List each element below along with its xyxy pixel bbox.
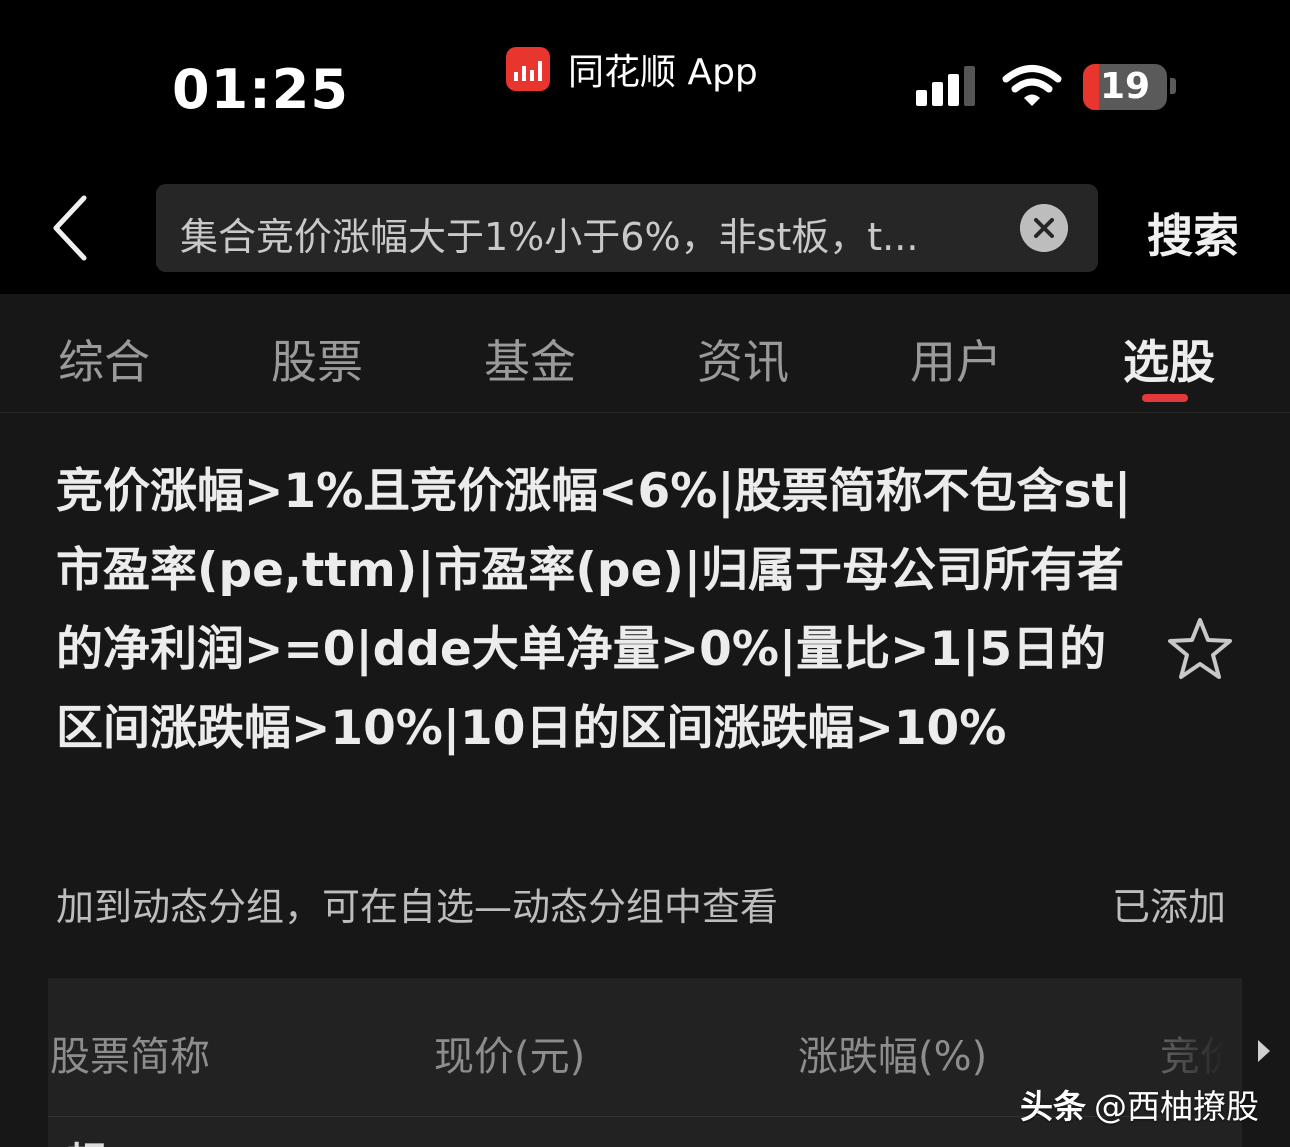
category-tabs: 综合 股票 基金 资讯 用户 选股 [0,294,1290,413]
status-time: 01:25 [172,58,349,121]
cellular-signal-icon [916,66,975,106]
back-button[interactable] [40,190,104,266]
active-tab-indicator [1142,394,1188,402]
column-header-change[interactable]: 涨跌幅(%) [798,1024,987,1082]
battery-icon: 19 [1083,64,1167,110]
screening-condition-text: 竞价涨幅>1%且竞价涨幅<6%|股票简称不包含st|市盈率(pe,ttm)|市盈… [56,464,1132,756]
battery-level: 19 [1099,66,1151,107]
wifi-icon [1002,65,1062,106]
tab-stock-picker[interactable]: 选股 [1123,326,1215,392]
favorite-star-icon[interactable] [1166,616,1234,682]
search-header: 集合竞价涨幅大于1%小于6%，非st板，t... 搜索 [0,160,1290,294]
added-status-button[interactable]: 已添加 [1112,876,1226,931]
search-button[interactable]: 搜索 [1147,200,1239,266]
column-header-price[interactable]: 现价(元) [434,1024,585,1082]
clear-search-icon[interactable] [1020,204,1068,252]
tab-comprehensive[interactable]: 综合 [58,326,150,392]
app-logo-icon [506,47,550,91]
watermark-brand: 头条 [1020,1087,1086,1126]
scroll-right-icon[interactable] [1258,1040,1270,1062]
screen: 01:25 同花顺 App 19 集合竞价涨幅大于1%小于6%，非st板，t..… [0,0,1290,1147]
battery-cap [1170,78,1176,94]
watermark-handle: @西柚撩股 [1094,1087,1259,1126]
dynamic-group-hint: 加到动态分组，可在自选—动态分组中查看 [56,885,779,929]
tab-users[interactable]: 用户 [910,326,1002,392]
status-bar: 01:25 同花顺 App 19 [0,0,1290,160]
tab-funds[interactable]: 基金 [484,326,576,392]
column-header-name[interactable]: 股票简称 [50,1024,210,1082]
watermark: 头条 @西柚撩股 [1020,1080,1259,1128]
app-name: 同花顺 App [568,52,758,93]
table-row[interactable]: 超 [66,1130,106,1147]
search-query-text: 集合竞价涨幅大于1%小于6%，非st板，t... [180,215,919,259]
app-indicator[interactable]: 同花顺 App [506,46,758,93]
tab-stocks[interactable]: 股票 [271,326,363,392]
search-input[interactable]: 集合竞价涨幅大于1%小于6%，非st板，t... [156,184,1098,272]
tab-news[interactable]: 资讯 [697,326,789,392]
